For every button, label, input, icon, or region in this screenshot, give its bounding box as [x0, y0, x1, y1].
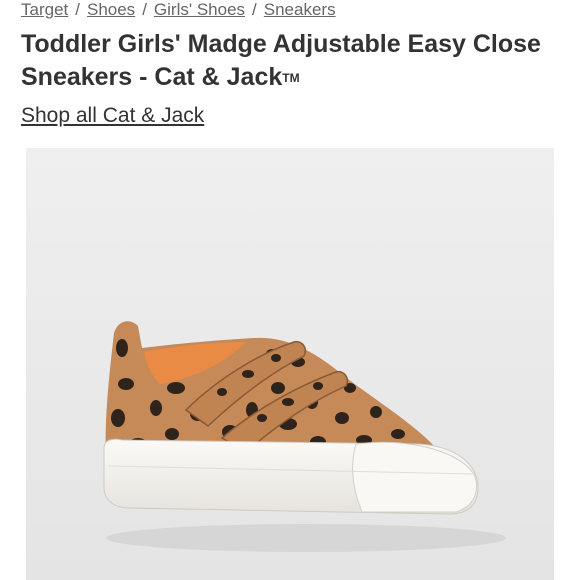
breadcrumb-separator: /	[252, 0, 257, 19]
product-image[interactable]	[26, 148, 554, 580]
breadcrumb-link-target[interactable]: Target	[21, 0, 68, 19]
breadcrumb-separator: /	[75, 0, 80, 19]
trademark-symbol: TM	[282, 71, 300, 85]
product-title: Toddler Girls' Madge Adjustable Easy Clo…	[21, 28, 561, 94]
breadcrumb-link-sneakers[interactable]: Sneakers	[264, 0, 336, 19]
product-title-text: Toddler Girls' Madge Adjustable Easy Clo…	[21, 30, 541, 91]
shop-all-brand-link[interactable]: Shop all Cat & Jack	[21, 102, 204, 130]
sneaker-image	[26, 148, 554, 580]
breadcrumb-link-girls-shoes[interactable]: Girls' Shoes	[154, 0, 245, 19]
breadcrumb-separator: /	[142, 0, 147, 19]
breadcrumb-link-shoes[interactable]: Shoes	[87, 0, 135, 19]
product-page: Target / Shoes / Girls' Shoes / Sneakers Toddl…	[0, 0, 580, 580]
breadcrumb: Target / Shoes / Girls' Shoes / Sneakers	[21, 0, 336, 22]
